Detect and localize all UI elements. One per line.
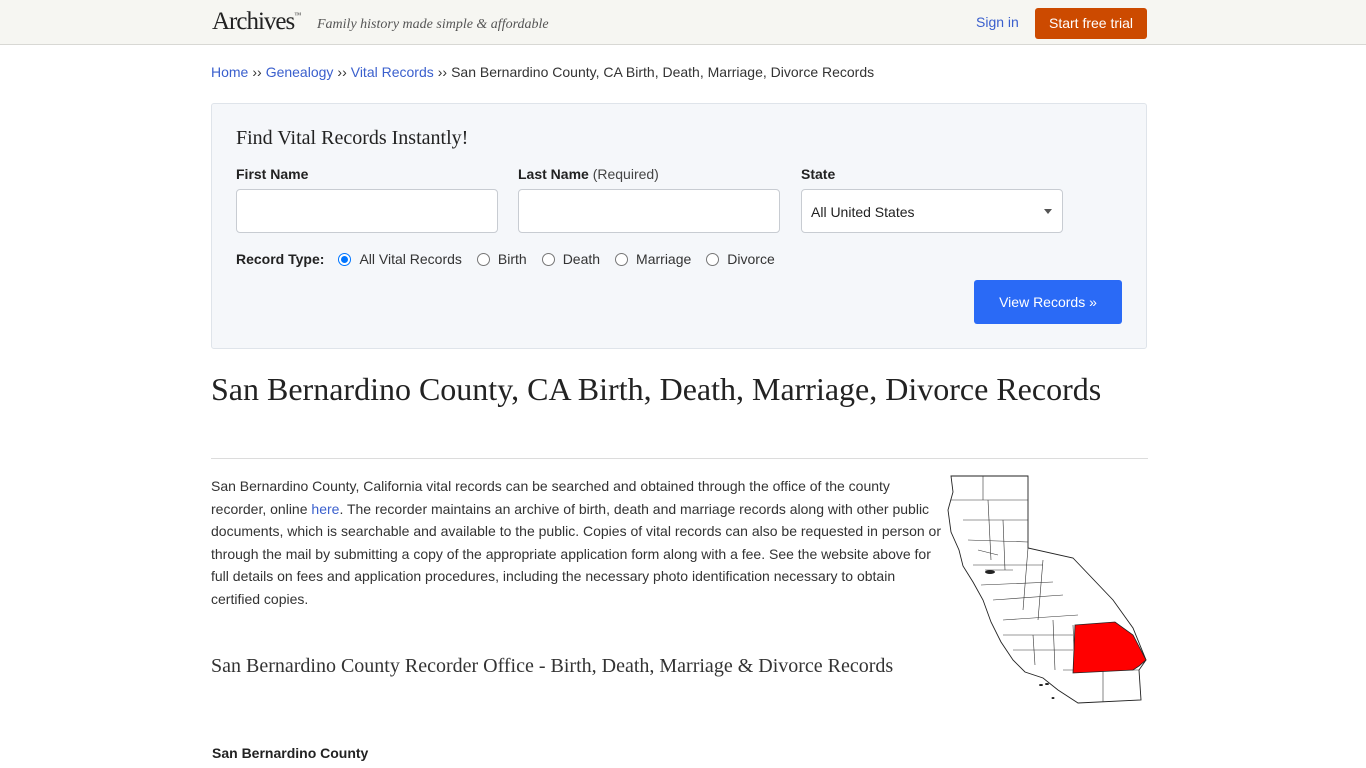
search-form: Find Vital Records Instantly! First Name… bbox=[211, 103, 1147, 349]
recorder-online-link[interactable]: here bbox=[311, 501, 339, 517]
breadcrumb-genealogy[interactable]: Genealogy bbox=[266, 64, 334, 80]
first-name-label: First Name bbox=[236, 166, 309, 182]
breadcrumb-vital-records[interactable]: Vital Records bbox=[351, 64, 434, 80]
radio-birth[interactable]: Birth bbox=[476, 251, 527, 267]
sign-in-link[interactable]: Sign in bbox=[976, 14, 1019, 30]
record-type-label: Record Type: bbox=[236, 251, 325, 267]
county-name: San Bernardino County bbox=[212, 745, 369, 761]
last-name-label: Last Name (Required) bbox=[518, 166, 659, 182]
breadcrumb: Home ›› Genealogy ›› Vital Records ›› San Bern… bbox=[211, 64, 874, 80]
radio-icon[interactable] bbox=[706, 252, 720, 266]
breadcrumb-current: San Bernardino County, CA Birth, Death, … bbox=[451, 64, 875, 80]
last-name-input[interactable] bbox=[518, 189, 780, 233]
chevron-down-icon bbox=[1044, 209, 1052, 214]
recorder-office-heading: San Bernardino County Recorder Office - … bbox=[211, 655, 894, 677]
radio-divorce[interactable]: Divorce bbox=[706, 251, 775, 267]
intro-paragraph: San Bernardino County, California vital … bbox=[211, 478, 941, 607]
required-note: (Required) bbox=[592, 166, 659, 182]
view-records-button[interactable]: View Records » bbox=[974, 280, 1122, 324]
state-label: State bbox=[801, 166, 836, 182]
san-bernardino-highlight bbox=[1072, 621, 1147, 674]
radio-icon[interactable] bbox=[615, 252, 629, 266]
breadcrumb-separator: ›› bbox=[437, 64, 448, 80]
title-divider bbox=[211, 458, 1148, 459]
page-title: San Bernardino County, CA Birth, Death, … bbox=[211, 371, 1102, 407]
california-county-map bbox=[947, 475, 1147, 704]
radio-icon[interactable] bbox=[476, 252, 490, 266]
state-select[interactable]: All United States bbox=[801, 189, 1063, 233]
record-type-group: Record Type: All Vital Records Birth Dea… bbox=[236, 250, 790, 268]
radio-marriage[interactable]: Marriage bbox=[615, 251, 691, 267]
radio-icon[interactable] bbox=[541, 252, 555, 266]
top-navbar: Archives™ Family history made simple & a… bbox=[0, 0, 1366, 45]
state-select-value: All United States bbox=[811, 204, 915, 220]
archives-logo[interactable]: Archives™ bbox=[212, 8, 301, 36]
radio-death[interactable]: Death bbox=[541, 251, 600, 267]
breadcrumb-separator: ›› bbox=[337, 64, 347, 80]
first-name-input[interactable] bbox=[236, 189, 498, 233]
breadcrumb-separator: ›› bbox=[252, 64, 262, 80]
radio-all-vital-records[interactable]: All Vital Records bbox=[338, 251, 462, 267]
radio-checked-icon[interactable] bbox=[338, 252, 352, 266]
start-free-trial-button[interactable]: Start free trial bbox=[1035, 8, 1147, 39]
tagline: Family history made simple & affordable bbox=[317, 17, 549, 32]
breadcrumb-home[interactable]: Home bbox=[211, 64, 248, 80]
search-title: Find Vital Records Instantly! bbox=[236, 127, 469, 149]
